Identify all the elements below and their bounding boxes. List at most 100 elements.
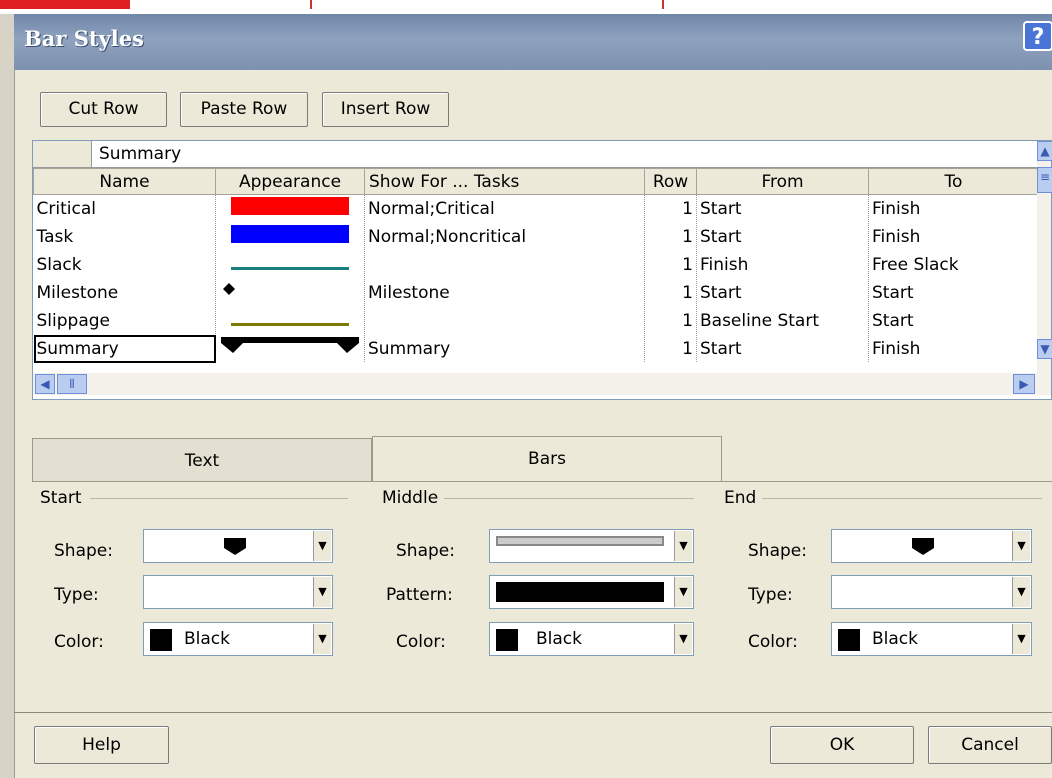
column-header-name[interactable]: Name: [33, 168, 216, 195]
tab-bars[interactable]: Bars: [372, 436, 722, 482]
cell-edit-bar[interactable]: Summary: [33, 141, 1052, 168]
insert-row-button[interactable]: Insert Row: [322, 92, 449, 127]
end-color-label: Color:: [748, 632, 798, 652]
cell-edit-input[interactable]: Summary: [99, 144, 181, 164]
ok-button-label: OK: [829, 735, 855, 755]
chevron-down-icon[interactable]: ▼: [1012, 531, 1030, 561]
help-button[interactable]: Help: [34, 726, 169, 764]
cell-appearance[interactable]: [215, 250, 365, 279]
horizontal-scrollbar[interactable]: ◀ ⦀ ▶: [33, 373, 1051, 395]
end-color-dropdown[interactable]: Black ▼: [831, 622, 1032, 656]
cell-appearance[interactable]: [215, 334, 365, 363]
start-shape-dropdown[interactable]: ▼: [143, 529, 333, 563]
paste-row-button[interactable]: Paste Row: [180, 92, 308, 127]
cell-to[interactable]: Free Slack: [868, 250, 1039, 279]
column-header-row[interactable]: Row: [644, 168, 697, 195]
scroll-right-icon[interactable]: ▶: [1013, 374, 1035, 394]
cut-row-button[interactable]: Cut Row: [40, 92, 167, 127]
end-type-dropdown[interactable]: ▼: [831, 575, 1032, 609]
cell-name[interactable]: Task: [33, 222, 216, 251]
summary-bar-swatch: [221, 337, 359, 353]
end-shape-dropdown[interactable]: ▼: [831, 529, 1032, 563]
cell-from[interactable]: Baseline Start: [696, 306, 869, 335]
column-header-to[interactable]: To: [868, 168, 1039, 195]
cell-name[interactable]: Critical: [33, 194, 216, 223]
cell-name[interactable]: Summary: [33, 334, 216, 363]
table-row[interactable]: Slack 1 Finish Free Slack: [33, 250, 1039, 279]
cell-show-for[interactable]: [364, 250, 645, 279]
cell-show-for[interactable]: Summary: [364, 334, 645, 363]
column-header-from[interactable]: From: [696, 168, 869, 195]
middle-pattern-label: Pattern:: [386, 585, 453, 605]
cell-name[interactable]: Slack: [33, 250, 216, 279]
chevron-down-icon[interactable]: ▼: [674, 624, 692, 654]
paste-row-label: Paste Row: [200, 99, 288, 119]
cell-appearance[interactable]: [215, 222, 365, 251]
cell-row[interactable]: 1: [644, 194, 697, 223]
cell-from[interactable]: Finish: [696, 250, 869, 279]
scroll-thumb[interactable]: ≡: [1037, 167, 1052, 193]
horizontal-scroll-thumb[interactable]: ⦀: [57, 374, 87, 394]
table-header-row: Name Appearance Show For ... Tasks Row F…: [33, 168, 1039, 195]
middle-color-dropdown[interactable]: Black ▼: [489, 622, 694, 656]
cell-to[interactable]: Finish: [868, 222, 1039, 251]
scroll-up-icon[interactable]: ▲: [1037, 141, 1052, 161]
table-row[interactable]: Summary Summary 1 Start Finish: [33, 334, 1039, 363]
start-color-value: Black: [184, 629, 230, 649]
cell-to[interactable]: Start: [868, 278, 1039, 307]
cell-appearance[interactable]: [215, 278, 365, 307]
vertical-scrollbar[interactable]: ▲ ≡ ▼: [1037, 141, 1052, 373]
cell-show-for[interactable]: [364, 306, 645, 335]
cell-row[interactable]: 1: [644, 334, 697, 363]
slippage-line-swatch: [231, 323, 349, 326]
bar-styles-grid[interactable]: Summary Name Appearance Show For ... Tas…: [32, 140, 1052, 400]
cell-to[interactable]: Finish: [868, 334, 1039, 363]
help-icon[interactable]: ?: [1023, 21, 1052, 51]
cell-to[interactable]: Finish: [868, 194, 1039, 223]
start-color-dropdown[interactable]: Black ▼: [143, 622, 333, 656]
tab-text-label: Text: [184, 451, 220, 471]
cell-row[interactable]: 1: [644, 222, 697, 251]
table-row[interactable]: Milestone Milestone 1 Start Start: [33, 278, 1039, 307]
chevron-down-icon[interactable]: ▼: [1012, 577, 1030, 607]
middle-pattern-dropdown[interactable]: ▼: [489, 575, 694, 609]
cell-row[interactable]: 1: [644, 278, 697, 307]
help-button-label: Help: [82, 735, 121, 755]
start-shape-label: Shape:: [54, 541, 113, 561]
cell-appearance[interactable]: [215, 194, 365, 223]
chevron-down-icon[interactable]: ▼: [313, 624, 331, 654]
cell-from[interactable]: Start: [696, 334, 869, 363]
cell-to[interactable]: Start: [868, 306, 1039, 335]
table-row[interactable]: Critical Normal;Critical 1 Start Finish: [33, 194, 1039, 223]
table-row[interactable]: Task Normal;Noncritical 1 Start Finish: [33, 222, 1039, 251]
cell-show-for[interactable]: Normal;Noncritical: [364, 222, 645, 251]
chevron-down-icon[interactable]: ▼: [674, 531, 692, 561]
cell-from[interactable]: Start: [696, 222, 869, 251]
cell-from[interactable]: Start: [696, 278, 869, 307]
cell-from[interactable]: Start: [696, 194, 869, 223]
start-color-label: Color:: [54, 632, 104, 652]
ok-button[interactable]: OK: [770, 726, 914, 764]
cancel-button[interactable]: Cancel: [928, 726, 1052, 764]
chevron-down-icon[interactable]: ▼: [313, 577, 331, 607]
cell-show-for[interactable]: Normal;Critical: [364, 194, 645, 223]
cell-row[interactable]: 1: [644, 306, 697, 335]
cell-row[interactable]: 1: [644, 250, 697, 279]
scroll-down-icon[interactable]: ▼: [1037, 339, 1052, 359]
tab-text[interactable]: Text: [32, 438, 372, 482]
chevron-down-icon[interactable]: ▼: [674, 577, 692, 607]
tab-bars-label: Bars: [528, 449, 566, 469]
chevron-down-icon[interactable]: ▼: [313, 531, 331, 561]
cell-appearance[interactable]: [215, 306, 365, 335]
column-header-appearance[interactable]: Appearance: [215, 168, 365, 195]
middle-shape-dropdown[interactable]: ▼: [489, 529, 694, 563]
scroll-left-icon[interactable]: ◀: [35, 374, 55, 394]
start-type-dropdown[interactable]: ▼: [143, 575, 333, 609]
cell-show-for[interactable]: Milestone: [364, 278, 645, 307]
cell-name[interactable]: Slippage: [33, 306, 216, 335]
table-row[interactable]: Slippage 1 Baseline Start Start: [33, 306, 1039, 335]
chevron-down-icon[interactable]: ▼: [1012, 624, 1030, 654]
cell-name[interactable]: Milestone: [33, 278, 216, 307]
column-header-show-for[interactable]: Show For ... Tasks: [364, 168, 645, 195]
start-shape-preview-icon: [224, 538, 246, 555]
